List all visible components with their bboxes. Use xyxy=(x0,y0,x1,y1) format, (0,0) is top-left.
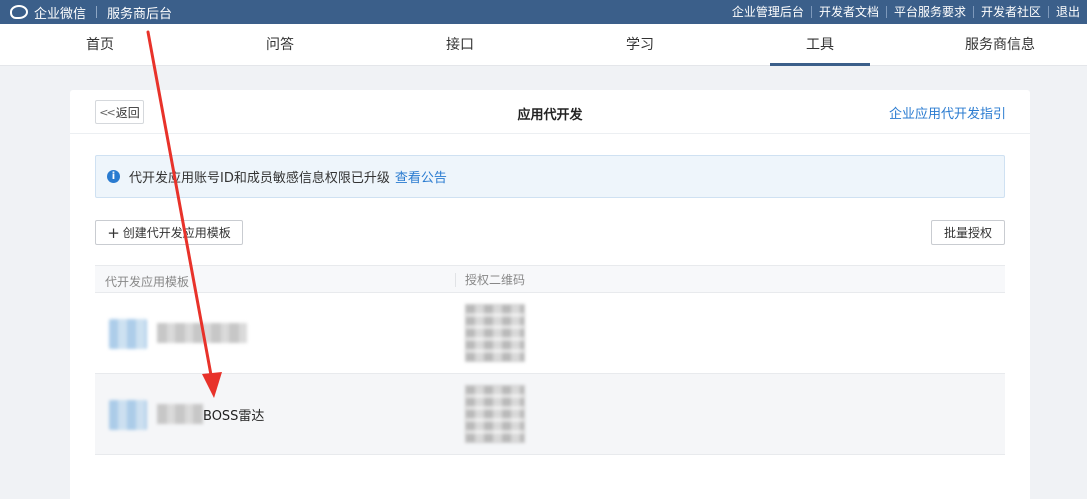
app-icon xyxy=(109,319,147,349)
qrcode-image[interactable] xyxy=(465,385,525,443)
link-admin-console[interactable]: 企业管理后台 xyxy=(725,6,811,18)
link-developer-docs[interactable]: 开发者文档 xyxy=(810,6,886,18)
table-row[interactable] xyxy=(95,293,1005,374)
column-template: 代开发应用模板 xyxy=(105,275,190,289)
top-bar: 企业微信 服务商后台 企业管理后台 开发者文档 平台服务要求 开发者社区 退出 xyxy=(0,0,1087,24)
create-template-button[interactable]: + 创建代开发应用模板 xyxy=(95,220,243,245)
plus-icon: + xyxy=(107,223,120,242)
app-name: BOSS雷达 xyxy=(203,409,265,424)
guide-link[interactable]: 企业应用代开发指引 xyxy=(889,103,1006,122)
qrcode-image[interactable] xyxy=(465,304,525,362)
table-header: 代开发应用模板 授权二维码 xyxy=(95,265,1005,293)
tab-learn[interactable]: 学习 xyxy=(590,24,690,66)
create-template-label: 创建代开发应用模板 xyxy=(122,226,231,240)
main-nav: 首页 问答 接口 学习 工具 服务商信息 xyxy=(0,24,1087,66)
tab-provider-info[interactable]: 服务商信息 xyxy=(950,24,1050,66)
brand-subtitle: 服务商后台 xyxy=(107,6,173,22)
notice-text: 代开发应用账号ID和成员敏感信息权限已升级 xyxy=(129,171,390,186)
app-icon xyxy=(109,400,147,430)
tab-qa[interactable]: 问答 xyxy=(230,24,330,66)
top-links: 企业管理后台 开发者文档 平台服务要求 开发者社区 退出 xyxy=(725,0,1087,24)
card-header: << 返回 应用代开发 企业应用代开发指引 xyxy=(70,90,1030,134)
brand[interactable]: 企业微信 服务商后台 xyxy=(10,0,172,24)
brand-name: 企业微信 xyxy=(34,6,87,22)
app-name-redacted xyxy=(157,323,247,343)
template-table: 代开发应用模板 授权二维码 BOSS雷达 xyxy=(95,265,1005,455)
tab-home[interactable]: 首页 xyxy=(50,24,150,66)
notice-link[interactable]: 查看公告 xyxy=(395,167,447,186)
brand-divider xyxy=(96,6,98,18)
tab-tools[interactable]: 工具 xyxy=(770,24,870,66)
link-platform-requirements[interactable]: 平台服务要求 xyxy=(885,6,973,18)
batch-authorize-button[interactable]: 批量授权 xyxy=(931,220,1005,245)
link-developer-community[interactable]: 开发者社区 xyxy=(972,6,1048,18)
link-logout[interactable]: 退出 xyxy=(1047,6,1087,18)
info-icon: i xyxy=(107,170,120,183)
wecom-logo-icon xyxy=(10,5,28,19)
page-title: 应用代开发 xyxy=(517,108,583,123)
content-card: << 返回 应用代开发 企业应用代开发指引 i 代开发应用账号ID和成员敏感信息… xyxy=(70,90,1030,499)
tab-api[interactable]: 接口 xyxy=(410,24,510,66)
notice-banner: i 代开发应用账号ID和成员敏感信息权限已升级 查看公告 xyxy=(95,155,1005,198)
table-row[interactable]: BOSS雷达 xyxy=(95,374,1005,455)
app-name-redacted xyxy=(157,404,203,424)
column-qrcode: 授权二维码 xyxy=(455,273,525,287)
